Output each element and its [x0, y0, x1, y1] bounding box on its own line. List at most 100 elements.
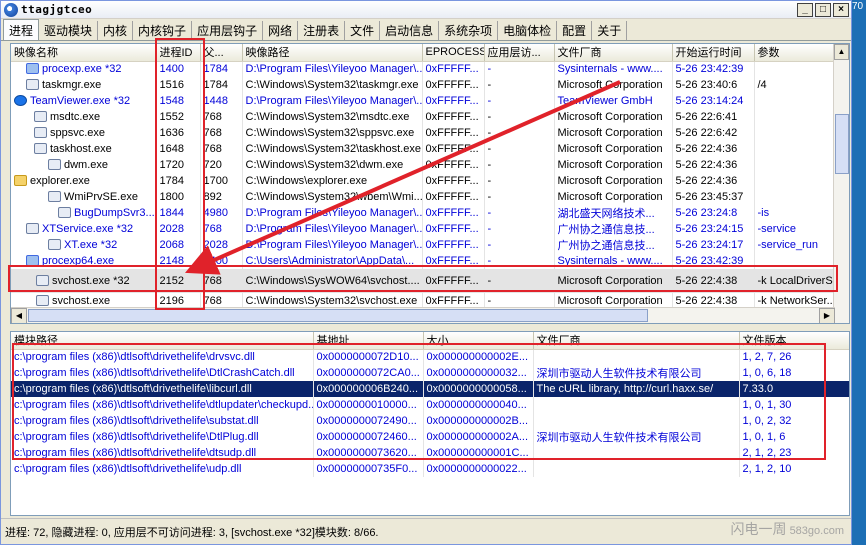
process-column-header[interactable]: 开始运行时间 — [672, 44, 755, 62]
process-column-header[interactable]: 应用层访... — [484, 44, 555, 62]
minimize-button[interactable]: _ — [797, 2, 813, 17]
process-cell-pid: 2148 — [156, 253, 201, 269]
process-column-header[interactable]: 参数 — [754, 44, 836, 62]
module-column-header[interactable]: 大小 — [423, 332, 534, 350]
module-cell-path: c:\program files (x86)\dtlsoft\drivethel… — [11, 429, 314, 445]
maximize-button[interactable]: □ — [815, 2, 831, 17]
module-cell-base: 0x0000000010000... — [313, 397, 424, 413]
module-list[interactable]: 模块路径 基地址 大小 文件厂商 文件版本 c:\program files (x86)… — [10, 331, 850, 516]
process-cell-access: - — [484, 253, 555, 269]
process-horizontal-scrollbar[interactable]: ◀ ▶ — [11, 307, 835, 323]
module-cell-version: 2, 1, 2, 10 — [739, 461, 849, 477]
tab-1[interactable]: 驱动模块 — [39, 21, 99, 40]
module-row[interactable]: c:\program files (x86)\dtlsoft\drivethel… — [11, 397, 849, 413]
process-row[interactable]: procexp64.exe 2148 1400 C:\Users\Administra… — [11, 253, 836, 269]
scroll-thumb[interactable] — [28, 309, 648, 322]
process-cell-pid: 1400 — [156, 61, 201, 77]
module-cell-size: 0x0000000000022... — [423, 461, 534, 477]
scroll-up-arrow-icon[interactable]: ▲ — [834, 44, 849, 60]
module-row[interactable]: c:\program files (x86)\dtlsoft\drivethel… — [11, 381, 849, 397]
process-vertical-scrollbar[interactable]: ▲ — [833, 44, 849, 323]
tab-6[interactable]: 注册表 — [298, 21, 346, 40]
tab-8[interactable]: 启动信息 — [380, 21, 440, 40]
tab-2[interactable]: 内核 — [98, 21, 134, 40]
process-cell-name: XTService.exe *32 — [11, 221, 157, 237]
process-cell-ppid: 1700 — [200, 173, 243, 189]
process-row[interactable]: BugDumpSvr3... 1844 4980 D:\Program Files\Y… — [11, 205, 836, 221]
process-row[interactable]: WmiPrvSE.exe 1800 892 C:\Windows\System32\w… — [11, 189, 836, 205]
tab-4[interactable]: 应用层钩子 — [192, 21, 264, 40]
module-row[interactable]: c:\program files (x86)\dtlsoft\drivethel… — [11, 429, 849, 445]
process-row[interactable]: msdtc.exe 1552 768 C:\Windows\System32\msdt… — [11, 109, 836, 125]
process-row[interactable]: dwm.exe 1720 720 C:\Windows\System32\dwm.ex… — [11, 157, 836, 173]
tool-icon — [26, 63, 39, 75]
background-window-strip: 70 — [852, 0, 866, 545]
pe-icon — [34, 111, 47, 122]
tab-7[interactable]: 文件 — [345, 21, 381, 40]
process-row[interactable]: taskhost.exe 1648 768 C:\Windows\System32\t… — [11, 141, 836, 157]
module-column-header[interactable]: 模块路径 — [11, 332, 314, 350]
scroll-right-arrow-icon[interactable]: ▶ — [819, 308, 835, 323]
tab-3[interactable]: 内核钩子 — [133, 21, 193, 40]
process-cell-vendor: Microsoft Corporation — [554, 109, 673, 125]
scroll-left-arrow-icon[interactable]: ◀ — [11, 308, 27, 323]
pe-icon — [34, 127, 47, 138]
process-cell-path: D:\Program Files\Yileyoo Manager\... — [242, 237, 423, 253]
process-column-header[interactable]: 映像名称 — [11, 44, 157, 62]
module-cell-vendor: 深圳市驱动人生软件技术有限公司 — [533, 365, 740, 381]
process-cell-vendor: 湖北盛天网络技术... — [554, 205, 673, 221]
tab-10[interactable]: 电脑体检 — [498, 21, 558, 40]
tab-9[interactable]: 系统杂项 — [439, 21, 499, 40]
module-column-header[interactable]: 文件版本 — [739, 332, 849, 350]
close-button[interactable]: × — [833, 2, 849, 17]
process-row[interactable]: sppsvc.exe 1636 768 C:\Windows\System32\spp… — [11, 125, 836, 141]
process-column-header[interactable]: 文件厂商 — [554, 44, 673, 62]
process-column-header[interactable]: 父... — [200, 44, 243, 62]
module-cell-version: 1, 0, 1, 6 — [739, 429, 849, 445]
process-row[interactable]: procexp.exe *32 1400 1784 D:\Program Files\… — [11, 61, 836, 77]
module-cell-version: 1, 0, 2, 32 — [739, 413, 849, 429]
module-row[interactable]: c:\program files (x86)\dtlsoft\drivethel… — [11, 349, 849, 365]
process-cell-path: C:\Windows\System32\taskmgr.exe — [242, 77, 423, 93]
process-column-header[interactable]: 映像路径 — [242, 44, 423, 62]
process-cell-vendor: Microsoft Corporation — [554, 157, 673, 173]
module-cell-size: 0x000000000002E... — [423, 349, 534, 365]
process-name: svchost.exe *32 — [52, 275, 130, 287]
process-cell-name: WmiPrvSE.exe — [11, 189, 157, 205]
module-row[interactable]: c:\program files (x86)\dtlsoft\drivethel… — [11, 365, 849, 381]
process-column-header[interactable]: EPROCESS — [422, 44, 485, 62]
tab-0[interactable]: 进程 — [3, 19, 40, 40]
tab-11[interactable]: 配置 — [557, 21, 593, 40]
process-cell-start: 5-26 23:14:24 — [672, 93, 755, 109]
process-cell-access: - — [484, 189, 555, 205]
process-cell-pid: 1720 — [156, 157, 201, 173]
process-cell-path: D:\Program Files\Yileyoo Manager\... — [242, 205, 423, 221]
process-cell-name: sppsvc.exe — [11, 125, 157, 141]
process-cell-start: 5-26 23:45:37 — [672, 189, 755, 205]
module-column-header[interactable]: 文件厂商 — [533, 332, 740, 350]
process-list[interactable]: 映像名称 进程ID 父... 映像路径 EPROCESS 应用层访... 文件厂商 开始运行时… — [10, 43, 850, 324]
process-row[interactable]: explorer.exe 1784 1700 C:\Windows\explorer.… — [11, 173, 836, 189]
process-cell-pid: 1636 — [156, 125, 201, 141]
module-cell-vendor — [533, 397, 740, 413]
process-row[interactable]: TeamViewer.exe *32 1548 1448 D:\Program Fil… — [11, 93, 836, 109]
process-cell-eprocess: 0xFFFFF... — [422, 205, 485, 221]
process-cell-args — [754, 125, 836, 141]
module-row[interactable]: c:\program files (x86)\dtlsoft\drivethel… — [11, 445, 849, 461]
module-row[interactable]: c:\program files (x86)\dtlsoft\drivethel… — [11, 413, 849, 429]
process-cell-eprocess: 0xFFFFF... — [422, 221, 485, 237]
process-row[interactable]: XT.exe *32 2068 2028 D:\Program Files\Yiley… — [11, 237, 836, 253]
process-row[interactable]: svchost.exe *32 2152 768 C:\Windows\SysWOW6… — [11, 269, 836, 293]
scroll-thumb[interactable] — [835, 114, 849, 174]
process-row[interactable]: taskmgr.exe 1516 1784 C:\Windows\System32\t… — [11, 77, 836, 93]
module-row[interactable]: c:\program files (x86)\dtlsoft\drivethel… — [11, 461, 849, 477]
module-column-header[interactable]: 基地址 — [313, 332, 424, 350]
tab-5[interactable]: 网络 — [263, 21, 299, 40]
title-bar[interactable]: ttagjgtceo _ □ × — [1, 1, 851, 19]
process-column-header[interactable]: 进程ID — [156, 44, 201, 62]
process-row[interactable]: XTService.exe *32 2028 768 D:\Program Files… — [11, 221, 836, 237]
process-cell-start: 5-26 22:4:36 — [672, 157, 755, 173]
tab-12[interactable]: 关于 — [592, 21, 628, 40]
process-cell-path: C:\Windows\System32\msdtc.exe — [242, 109, 423, 125]
module-header-row: 模块路径 基地址 大小 文件厂商 文件版本 — [11, 332, 849, 350]
